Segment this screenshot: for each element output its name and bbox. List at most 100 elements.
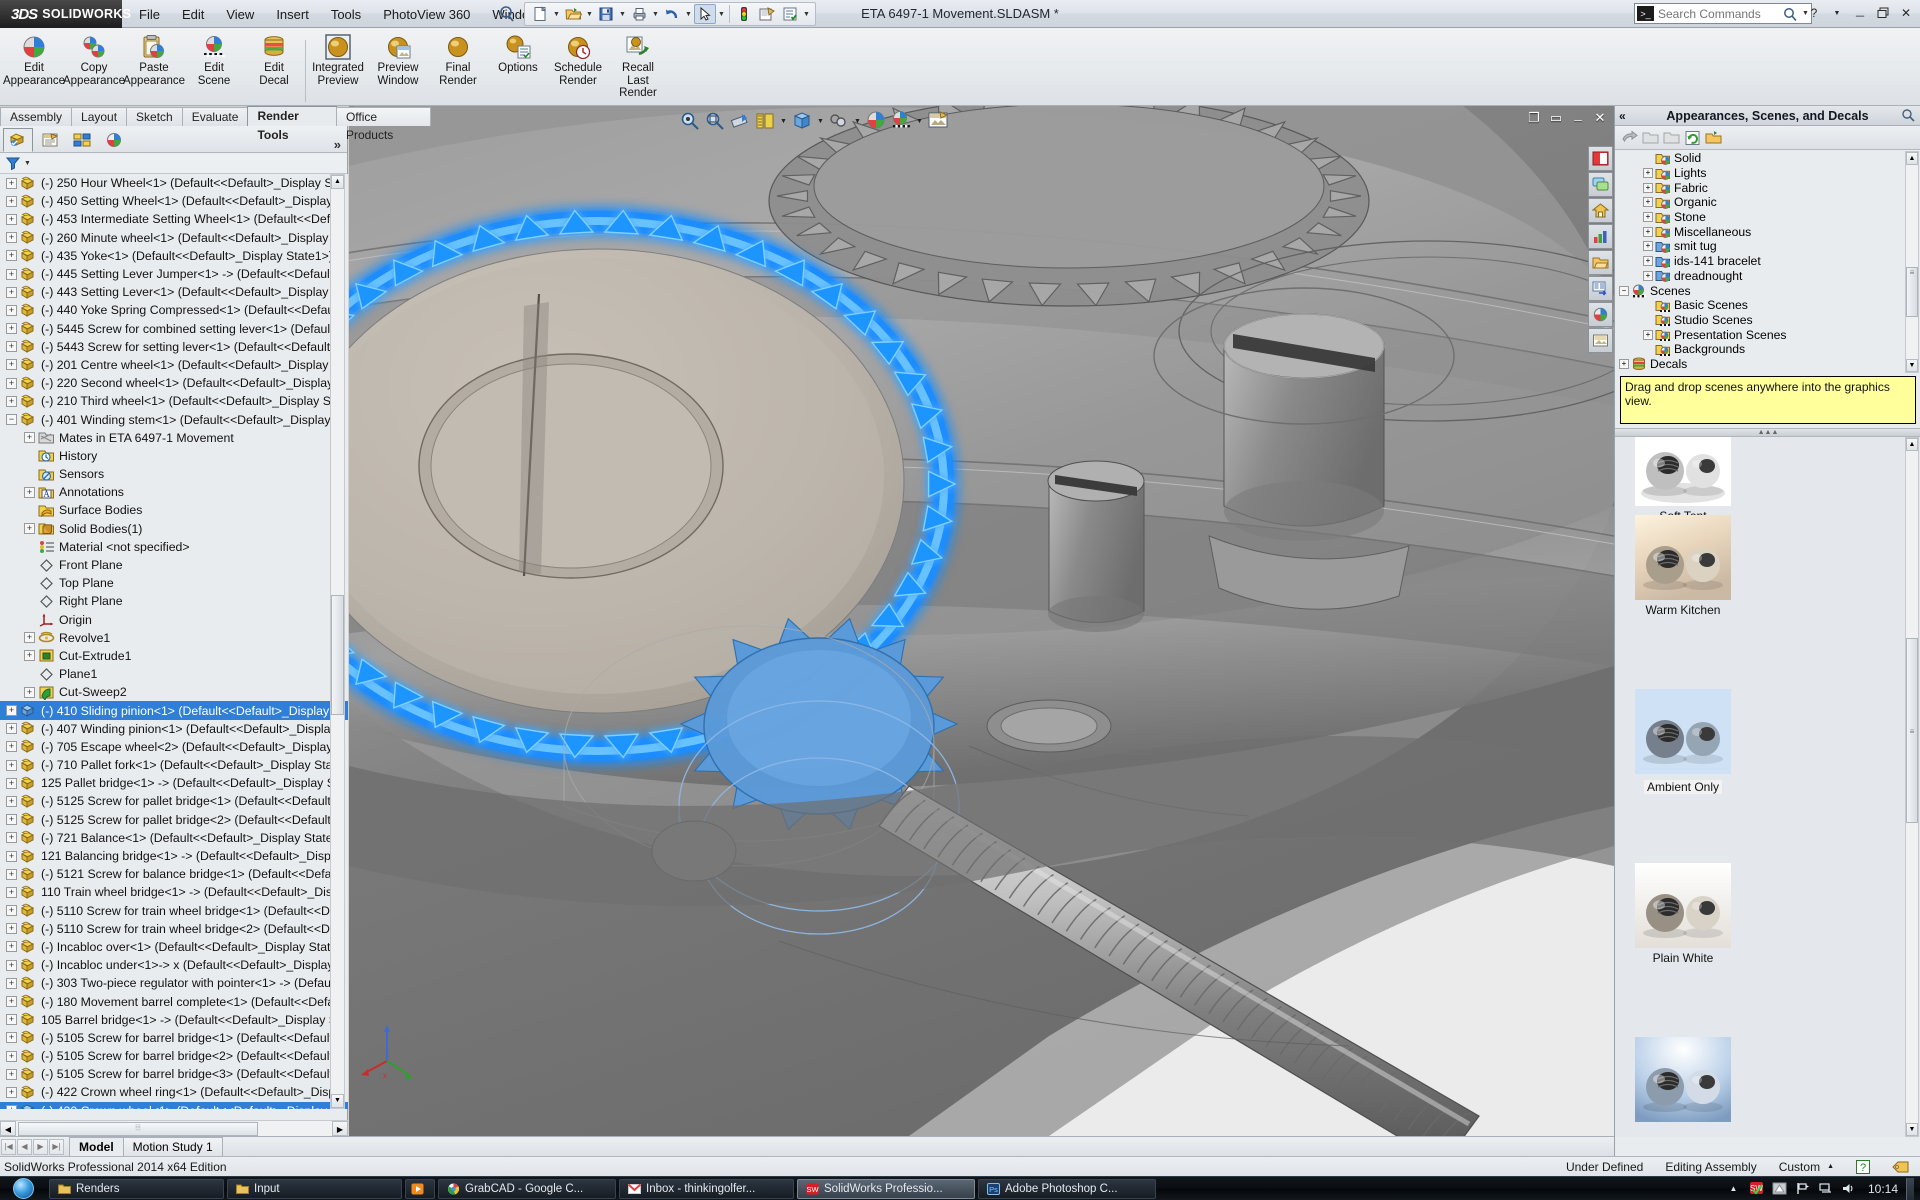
taskbar-clock[interactable]: 10:14 <box>1868 1182 1898 1196</box>
restore-window-icon[interactable]: ❐ <box>1526 110 1542 126</box>
new-document-icon[interactable] <box>529 4 551 24</box>
gallery-scroll-thumb[interactable]: ≡ <box>1906 638 1918 823</box>
ribbon-button-paste-appearance[interactable]: PasteAppearance <box>124 30 184 104</box>
refresh-icon[interactable] <box>1684 130 1701 146</box>
tree-item[interactable]: +(-) 445 Setting Lever Jumper<1> -> (Def… <box>0 265 348 283</box>
tree-expand-icon[interactable]: + <box>6 814 17 825</box>
tree-item[interactable]: +(-) 5110 Screw for train wheel bridge<2… <box>0 920 348 938</box>
3d-model-viewport[interactable] <box>349 106 1614 1136</box>
tree-item[interactable]: +(-) 705 Escape wheel<2> (Default<<Defau… <box>0 738 348 756</box>
feature-manager-tab[interactable] <box>3 128 33 152</box>
search-commands-box[interactable]: >_ ▼ <box>1634 3 1812 24</box>
tree-expand-icon[interactable]: + <box>6 941 17 952</box>
tree-item[interactable]: +(-) 5125 Screw for pallet bridge<2> (De… <box>0 811 348 829</box>
appearance-tree-item[interactable]: Solid <box>1615 151 1920 166</box>
print-dropdown-icon[interactable]: ▼ <box>651 4 660 24</box>
tree-expand-icon[interactable]: + <box>24 432 35 443</box>
tree-item[interactable]: History <box>0 447 348 465</box>
tp-scroll-thumb[interactable]: ≡ <box>1906 267 1918 317</box>
customize-icon[interactable] <box>1588 276 1613 301</box>
tree-expand-icon[interactable]: + <box>24 687 35 698</box>
taskbar-button-inbox-thinkingolfer-[interactable]: Inbox - thinkingolfer... <box>619 1179 794 1199</box>
appearance-tree-item[interactable]: +Decals <box>1615 357 1920 372</box>
tree-item[interactable]: +(-) Incabloc over<1> (Default<<Default>… <box>0 938 348 956</box>
tree-expand-icon[interactable]: + <box>24 632 35 643</box>
expand-tabs-icon[interactable]: » <box>334 137 341 152</box>
tree-item[interactable]: +(-) 5445 Screw for combined setting lev… <box>0 320 348 338</box>
section-view-icon[interactable] <box>729 110 751 132</box>
tree-expand-icon[interactable]: + <box>6 214 17 225</box>
appearance-tree-item[interactable]: −Scenes <box>1615 283 1920 298</box>
zoom-to-area-icon[interactable] <box>704 110 726 132</box>
scene-thumbnail[interactable]: Plain White <box>1635 863 1731 965</box>
tree-item[interactable]: +(-) 450 Setting Wheel<1> (Default<<Defa… <box>0 192 348 210</box>
security-icon[interactable] <box>1772 1181 1787 1196</box>
tp-scroll-up-icon[interactable]: ▲ <box>1906 152 1918 165</box>
scenes-icon[interactable] <box>1588 328 1613 353</box>
tree-item[interactable]: +AAnnotations <box>0 483 348 501</box>
status-help-icon[interactable]: ? <box>1856 1160 1870 1174</box>
appearance-tree-item[interactable]: Basic Scenes <box>1615 298 1920 313</box>
tree-item[interactable]: +(-) 5105 Screw for barrel bridge<1> (De… <box>0 1029 348 1047</box>
tab-prev-icon[interactable]: ◀ <box>17 1139 32 1155</box>
status-tag-icon[interactable] <box>1892 1160 1910 1174</box>
display-manager-tab[interactable] <box>99 128 129 152</box>
tree-expand-icon[interactable]: + <box>6 978 17 989</box>
maximize-window-icon[interactable]: ▭ <box>1548 110 1564 126</box>
scene-preview-image[interactable] <box>1635 515 1731 600</box>
tree-item[interactable]: +(-) 422 Crown wheel ring<1> (Default<<D… <box>0 1083 348 1101</box>
tree-expand-icon[interactable]: + <box>6 923 17 934</box>
options-dropdown-icon[interactable]: ▼ <box>802 4 811 24</box>
tree-expand-icon[interactable]: + <box>6 869 17 880</box>
comments-icon[interactable] <box>1588 172 1613 197</box>
tree-item[interactable]: Top Plane <box>0 574 348 592</box>
display-pane-icon[interactable] <box>1588 146 1613 171</box>
tree-item[interactable]: +(-) 5105 Screw for barrel bridge<3> (De… <box>0 1065 348 1083</box>
units-dropdown-icon[interactable]: ▲ <box>1827 1163 1834 1170</box>
tree-item[interactable]: Sensors <box>0 465 348 483</box>
tree-item[interactable]: +Mates in ETA 6497-1 Movement <box>0 429 348 447</box>
tree-expand-icon[interactable]: + <box>6 287 17 298</box>
tree-expand-icon[interactable]: + <box>6 705 17 716</box>
tree-expand-icon[interactable]: + <box>24 487 35 498</box>
new-document-dropdown-icon[interactable]: ▼ <box>552 4 561 24</box>
help-dropdown-icon[interactable]: ▼ <box>1827 3 1847 23</box>
tp-scroll-down-icon[interactable]: ▼ <box>1906 359 1918 372</box>
filter-dropdown-icon[interactable]: ▼ <box>24 160 31 167</box>
tree-item[interactable]: +(-) 420 Crown wheel<1> (Default<<Defaul… <box>0 1102 348 1109</box>
tree-item[interactable]: +(-) 250 Hour Wheel<1> (Default<<Default… <box>0 174 348 192</box>
appearance-expand-icon[interactable]: + <box>1619 359 1629 369</box>
tree-expand-icon[interactable]: + <box>6 269 17 280</box>
scene-thumbnail[interactable]: Soft Tent <box>1635 437 1731 523</box>
tab-last-icon[interactable]: ▶| <box>49 1139 64 1155</box>
tree-expand-icon[interactable]: + <box>6 887 17 898</box>
ribbon-button-edit-decal[interactable]: EditDecal <box>244 30 304 104</box>
menu-edit[interactable]: Edit <box>171 3 215 26</box>
open-folder-icon[interactable] <box>1588 250 1613 275</box>
tree-item[interactable]: −(-) 401 Winding stem<1> (Default<<Defau… <box>0 410 348 428</box>
search-icon[interactable] <box>1782 6 1798 22</box>
tree-item[interactable]: +(-) 5105 Screw for barrel bridge<2> (De… <box>0 1047 348 1065</box>
tree-expand-icon[interactable]: + <box>6 1087 17 1098</box>
appearance-expand-icon[interactable]: + <box>1643 271 1653 281</box>
property-manager-tab[interactable] <box>35 128 65 152</box>
options-icon[interactable] <box>779 4 801 24</box>
tree-expand-icon[interactable]: + <box>6 778 17 789</box>
appearance-tree-item[interactable]: +ids-141 bracelet <box>1615 254 1920 269</box>
scenes-gallery[interactable]: Soft TentWarm KitchenAmbient OnlyPlain W… <box>1615 437 1920 1137</box>
tree-item[interactable]: +(-) 5121 Screw for balance bridge<1> (D… <box>0 865 348 883</box>
tree-item[interactable]: +(-) 180 Movement barrel complete<1> (De… <box>0 992 348 1010</box>
tree-item[interactable]: +(-) 710 Pallet fork<1> (Default<<Defaul… <box>0 756 348 774</box>
tree-item[interactable]: +(-) 220 Second wheel<1> (Default<<Defau… <box>0 374 348 392</box>
tree-expand-icon[interactable]: + <box>6 760 17 771</box>
zoom-to-fit-icon[interactable] <box>679 110 701 132</box>
folder-up-icon[interactable] <box>1642 130 1659 146</box>
tree-item[interactable]: +(-) Incabloc under<1>-> x (Default<<Def… <box>0 956 348 974</box>
tree-expand-icon[interactable]: + <box>6 996 17 1007</box>
model-tab-motion-study-1[interactable]: Motion Study 1 <box>123 1137 223 1156</box>
tree-item[interactable]: +(-) 440 Yoke Spring Compressed<1> (Defa… <box>0 301 348 319</box>
tree-item[interactable]: +(-) 435 Yoke<1> (Default<<Default>_Disp… <box>0 247 348 265</box>
tree-item[interactable]: +(-) 5125 Screw for pallet bridge<1> (De… <box>0 792 348 810</box>
view-orientation-dropdown-icon[interactable]: ▼ <box>779 118 788 125</box>
menu-insert[interactable]: Insert <box>265 3 320 26</box>
